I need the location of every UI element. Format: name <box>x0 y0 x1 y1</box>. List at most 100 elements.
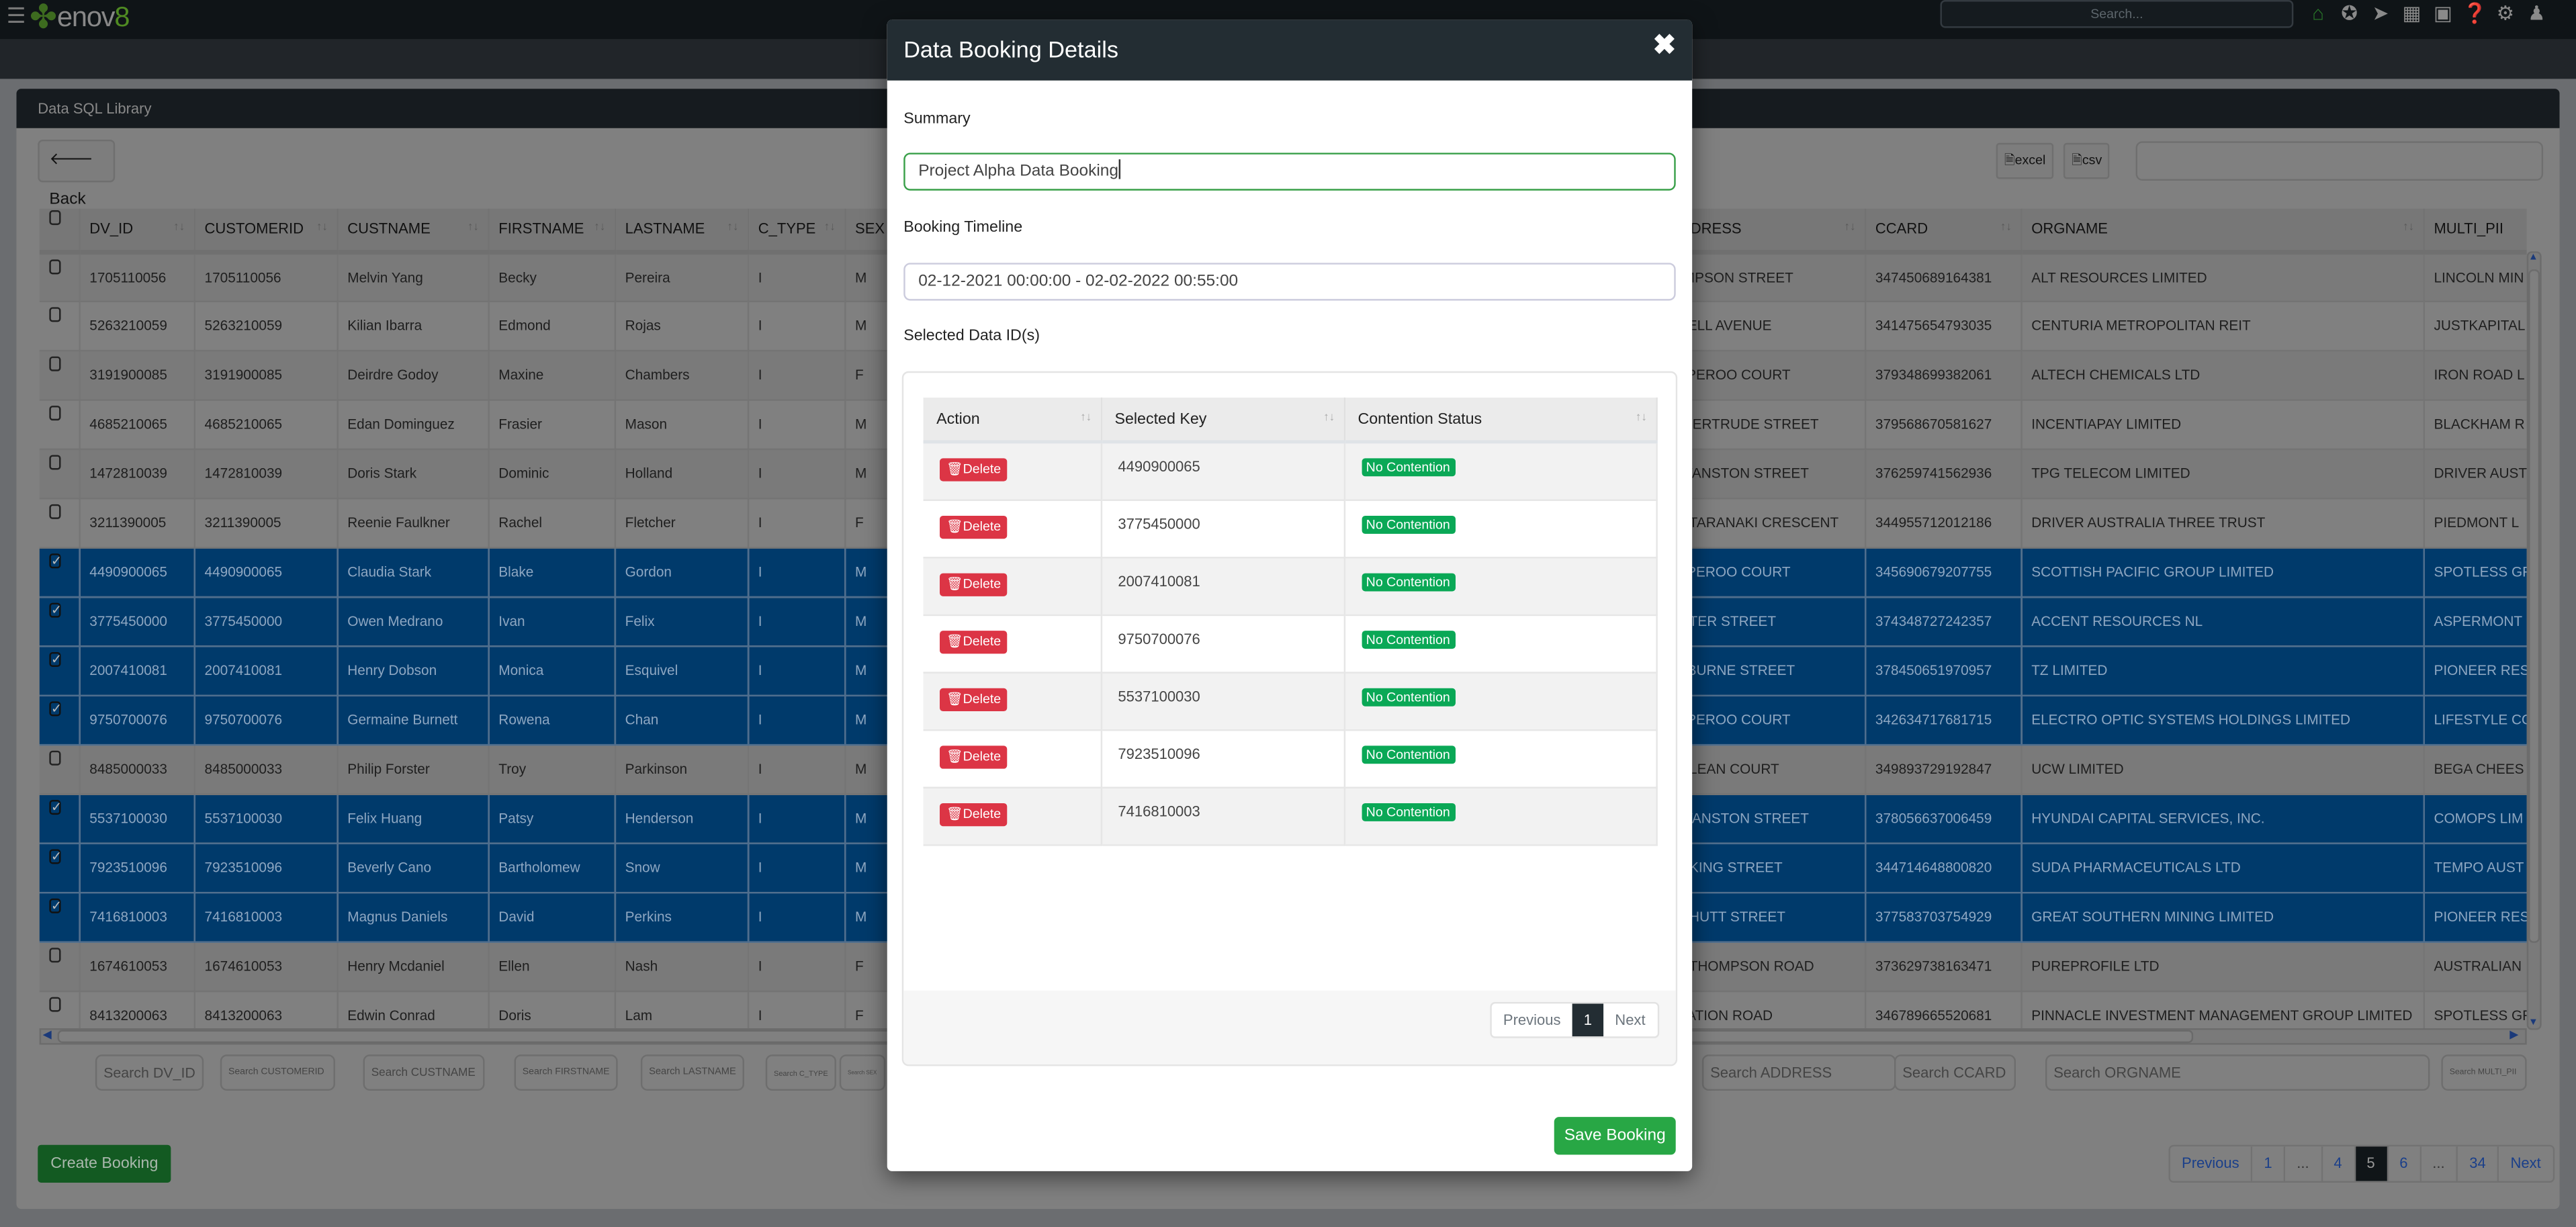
column-header-custname[interactable]: CUSTNAME ↑↓ <box>337 208 489 254</box>
row-checkbox[interactable] <box>49 455 61 470</box>
sort-icon[interactable]: ↑↓ <box>594 222 605 233</box>
table-search-input[interactable] <box>2135 141 2544 181</box>
row-checkbox[interactable]: ✓ <box>49 651 62 667</box>
filter-input-c-type[interactable]: Search C_TYPE <box>765 1054 836 1091</box>
pagination-previous[interactable]: Previous <box>1492 1003 1572 1036</box>
help-icon[interactable]: ❓ <box>2462 1 2487 24</box>
column-header-c-type[interactable]: C_TYPE ↑↓ <box>747 208 846 254</box>
column-header-selected-key[interactable]: Selected Key ↑↓ <box>1100 397 1345 444</box>
row-checkbox[interactable]: ✓ <box>49 602 62 618</box>
row-checkbox[interactable] <box>49 750 61 766</box>
row-checkbox[interactable]: ✓ <box>49 800 62 815</box>
user-icon[interactable]: ♟ <box>2525 1 2548 24</box>
logo[interactable]: ✤ enov8 <box>30 0 130 36</box>
row-checkbox[interactable]: ✓ <box>49 553 62 569</box>
cell-dv-id: 8485000033 <box>79 743 195 794</box>
column-header-multi-pii[interactable]: MULTI_PII <box>2423 208 2527 254</box>
filter-input-sex[interactable]: Search SEX <box>839 1054 886 1091</box>
vertical-scroll-thumb[interactable] <box>2528 269 2540 943</box>
row-checkbox[interactable] <box>49 504 61 519</box>
gear-icon[interactable]: ⚙ <box>2494 1 2517 24</box>
pagination-page-5[interactable]: 5 <box>2355 1146 2389 1181</box>
pagination-next[interactable]: Next <box>1603 1003 1657 1036</box>
export-csv-button[interactable]: 🗎csv <box>2063 142 2111 179</box>
robot-icon[interactable]: ▣ <box>2432 1 2454 24</box>
delete-button[interactable]: 🗑Delete <box>939 572 1008 596</box>
pagination-page-34[interactable]: 34 <box>2458 1146 2499 1181</box>
sort-icon[interactable]: ↑↓ <box>1323 412 1335 424</box>
row-checkbox[interactable] <box>49 356 61 371</box>
column-header-firstname[interactable]: FIRSTNAME ↑↓ <box>488 208 615 254</box>
select-all-checkbox[interactable] <box>49 210 61 226</box>
column-header-action[interactable]: Action ↑↓ <box>923 397 1102 444</box>
row-checkbox[interactable] <box>49 948 61 963</box>
row-checkbox[interactable]: ✓ <box>49 849 62 864</box>
pagination-page-1[interactable]: 1 <box>2252 1146 2286 1181</box>
row-checkbox[interactable] <box>49 997 61 1012</box>
filter-input-custname[interactable]: Search CUSTNAME <box>363 1054 485 1091</box>
sort-icon[interactable]: ↑↓ <box>2403 222 2414 233</box>
filter-input-lastname[interactable]: Search LASTNAME <box>640 1054 744 1091</box>
star-icon[interactable]: ✪ <box>2338 1 2360 24</box>
pagination-page-6[interactable]: 6 <box>2388 1146 2422 1181</box>
home-icon[interactable]: ⌂ <box>2307 1 2329 24</box>
rocket-icon[interactable]: ➤ <box>2369 1 2392 24</box>
scroll-left-icon[interactable]: ◀ <box>43 1028 52 1042</box>
filter-input-multi-pii[interactable]: Search MULTI_PII <box>2441 1054 2527 1091</box>
vertical-scrollbar[interactable]: ▲ ▼ <box>2526 251 2542 1030</box>
sort-icon[interactable]: ↑↓ <box>824 222 836 233</box>
row-checkbox[interactable] <box>49 406 61 421</box>
back-button[interactable]: 🡐 Back <box>38 139 116 209</box>
sort-icon[interactable]: ↑↓ <box>2000 222 2012 233</box>
sort-icon[interactable]: ↑↓ <box>1080 412 1092 424</box>
sort-icon[interactable]: ↑↓ <box>1636 412 1647 424</box>
close-icon[interactable]: ✖ <box>1652 30 1676 62</box>
filter-input-customerid[interactable]: Search CUSTOMERID <box>220 1054 335 1091</box>
create-booking-button[interactable]: Create Booking <box>38 1144 171 1183</box>
delete-button[interactable]: 🗑Delete <box>939 745 1008 768</box>
pagination-previous[interactable]: Previous <box>2170 1146 2253 1181</box>
column-header-lastname[interactable]: LASTNAME ↑↓ <box>614 208 749 254</box>
column-header-contention-status[interactable]: Contention Status ↑↓ <box>1343 397 1657 444</box>
pagination-page-1[interactable]: 1 <box>1572 1003 1604 1037</box>
row-checkbox[interactable] <box>49 259 61 274</box>
save-booking-button[interactable]: Save Booking <box>1554 1117 1676 1155</box>
delete-button[interactable]: 🗑Delete <box>939 687 1008 711</box>
column-header-ccard[interactable]: CCARD ↑↓ <box>1864 208 2022 254</box>
delete-button[interactable]: 🗑Delete <box>939 802 1008 826</box>
row-checkbox[interactable]: ✓ <box>49 898 62 913</box>
column-header-customerid[interactable]: CUSTOMERID ↑↓ <box>193 208 338 254</box>
column-header-orgname[interactable]: ORGNAME ↑↓ <box>2020 208 2424 254</box>
filter-input-ccard[interactable]: Search CCARD <box>1894 1054 2016 1091</box>
filter-input-firstname[interactable]: Search FIRSTNAME <box>514 1054 618 1091</box>
sort-icon[interactable]: ↑↓ <box>468 222 479 233</box>
sort-icon[interactable]: ↑↓ <box>316 222 328 233</box>
hamburger-menu-icon[interactable]: ☰ <box>7 3 26 30</box>
delete-button[interactable]: 🗑Delete <box>939 629 1008 653</box>
scroll-up-icon[interactable]: ▲ <box>2528 253 2538 263</box>
summary-input[interactable]: Project Alpha Data Booking <box>903 152 1676 191</box>
sort-icon[interactable]: ↑↓ <box>727 222 738 233</box>
pagination-next[interactable]: Next <box>2499 1146 2552 1181</box>
delete-button[interactable]: 🗑Delete <box>939 458 1008 482</box>
calendar-icon[interactable]: ▦ <box>2400 1 2423 24</box>
row-checkbox[interactable] <box>49 307 61 322</box>
sort-icon[interactable]: ↑↓ <box>173 222 185 233</box>
cell-custname: Edan Dominguez <box>337 399 489 449</box>
global-search-input[interactable]: Search... <box>1940 0 2294 28</box>
delete-button[interactable]: 🗑Delete <box>939 514 1008 538</box>
booking-timeline-input[interactable]: 02-12-2021 00:00:00 - 02-02-2022 00:55:0… <box>903 263 1676 301</box>
filter-input-address[interactable]: Search ADDRESS <box>1701 1054 1896 1091</box>
cell-multi-pii: AUSTRALIAN <box>2423 941 2527 992</box>
row-checkbox[interactable]: ✓ <box>49 701 62 717</box>
scroll-right-icon[interactable]: ▶ <box>2510 1028 2518 1042</box>
filter-input-orgname[interactable]: Search ORGNAME <box>2045 1054 2430 1091</box>
filter-input-dv-id[interactable]: Search DV_ID <box>95 1054 204 1091</box>
scroll-down-icon[interactable]: ▼ <box>2528 1018 2538 1028</box>
cell-custname: Henry Mcdaniel <box>337 941 489 992</box>
pagination-page-4[interactable]: 4 <box>2322 1146 2356 1181</box>
sort-icon[interactable]: ↑↓ <box>1844 222 1855 233</box>
export-excel-button[interactable]: 🗎excel <box>1996 142 2054 179</box>
column-header-dv-id[interactable]: DV_ID ↑↓ <box>79 208 195 254</box>
contention-status-cell: No Contention <box>1343 499 1657 558</box>
